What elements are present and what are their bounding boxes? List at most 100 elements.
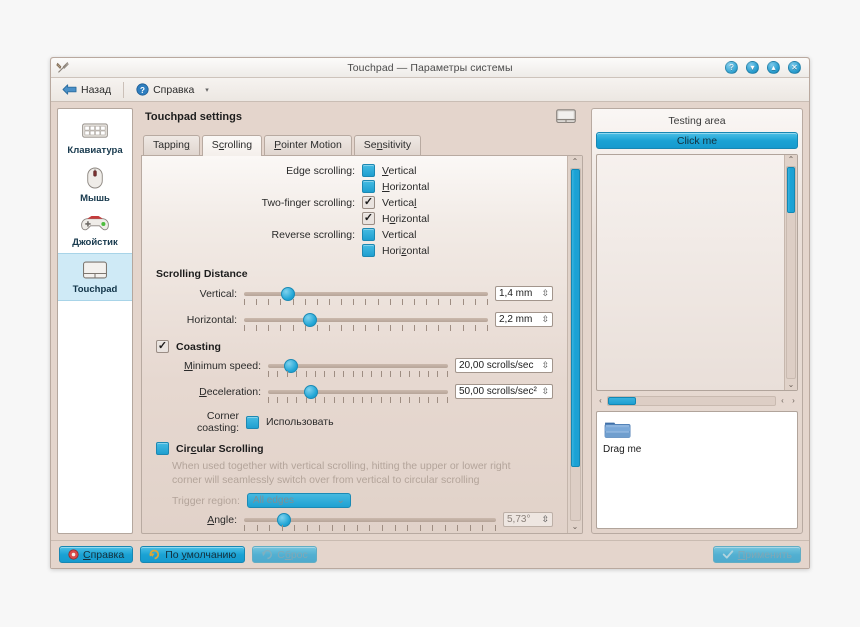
tab-sensitivity[interactable]: Sensitivity (353, 135, 422, 155)
main-header: Touchpad settings (141, 108, 583, 126)
sidebar-item-mouse-label: Мышь (80, 193, 110, 204)
deceleration-slider[interactable] (268, 384, 448, 404)
vertical-distance-spinbox[interactable]: 1,4 mm ⇳ (495, 286, 553, 301)
reset-button[interactable]: Сброс (252, 546, 317, 563)
trigger-region-select[interactable]: All edges ⌄ (246, 493, 351, 508)
slider-ticks (244, 299, 488, 306)
minimum-speed-slider[interactable] (268, 358, 448, 378)
two-finger-scrolling-vertical-checkbox[interactable] (362, 196, 375, 209)
back-button[interactable]: Назад (57, 82, 116, 97)
sidebar-item-touchpad-label: Touchpad (72, 284, 118, 295)
defaults-button[interactable]: По умолчанию (140, 546, 246, 563)
spinner-arrows-icon[interactable]: ⇳ (541, 361, 549, 370)
test-scroll-box[interactable]: ⌃ ⌄ (596, 154, 798, 391)
joystick-icon (80, 214, 110, 234)
test-vertical-scrollbar[interactable]: ⌃ ⌄ (784, 155, 797, 390)
horizontal-distance-spinbox[interactable]: 2,2 mm ⇳ (495, 312, 553, 327)
page-title: Touchpad settings (145, 111, 242, 123)
drag-drop-area[interactable]: Drag me (596, 411, 798, 529)
drag-me-item[interactable]: Drag me (603, 418, 661, 455)
help-button[interactable]: Справка (59, 546, 134, 563)
close-button[interactable]: ✕ (788, 61, 801, 74)
touchpad-icon (80, 259, 110, 281)
scroll-down-arrow-icon[interactable]: ⌄ (788, 380, 795, 390)
mouse-icon (85, 166, 105, 190)
scrollbar-track[interactable] (786, 166, 796, 379)
vertical-distance-slider[interactable] (244, 286, 488, 306)
sidebar-item-touchpad[interactable]: Touchpad (58, 253, 132, 301)
sidebar: Клавиатура Мышь Джойстик Touchpad (57, 108, 133, 534)
chevron-down-icon[interactable]: ⌄ (337, 495, 345, 506)
spinner-arrows-icon[interactable]: ⇳ (541, 315, 549, 324)
edge-scrolling-horizontal-label: Horizontal (382, 180, 430, 193)
spinner-arrows-icon[interactable]: ⇳ (541, 289, 549, 298)
hscrollbar-track[interactable] (607, 395, 776, 406)
reverse-scrolling-vertical-checkbox[interactable] (362, 228, 375, 241)
testing-area-panel: Testing area Click me ⌃ ⌄ ‹ ‹ › Drag me (591, 108, 803, 534)
sidebar-item-mouse[interactable]: Мышь (58, 161, 132, 209)
scroll-left-arrow-icon[interactable]: ‹ (596, 396, 605, 405)
corner-coasting-checkbox[interactable] (246, 415, 259, 429)
tab-bar: Tapping Scrolling Pointer Motion Sensiti… (141, 135, 583, 156)
hscrollbar-thumb[interactable] (608, 396, 637, 405)
apply-button[interactable]: Применить (712, 546, 801, 563)
tab-pointer-motion[interactable]: Pointer Motion (264, 135, 352, 155)
scrollbar-thumb[interactable] (570, 169, 580, 468)
circular-scrolling-checkbox[interactable] (156, 442, 169, 455)
tab-tapping[interactable]: Tapping (143, 135, 200, 155)
edge-scrolling-vertical-checkbox[interactable] (362, 164, 375, 177)
two-finger-scrolling-label: Two-finger scrolling: (261, 196, 355, 209)
scroll-right-arrow-icon[interactable]: › (789, 396, 798, 405)
scroll-up-arrow-icon[interactable]: ⌃ (572, 157, 579, 167)
scroll-down-arrow-icon[interactable]: ⌄ (572, 522, 579, 532)
vertical-distance-value: 1,4 mm (499, 288, 533, 299)
test-horizontal-scrollbar[interactable]: ‹ ‹ › (596, 394, 798, 407)
minimum-speed-row: Minimum speed: 20,00 scrolls/sec ⇳ (142, 358, 567, 378)
scrollbar-thumb[interactable] (787, 167, 795, 214)
edge-scrolling-horizontal-checkbox[interactable] (362, 180, 375, 193)
sidebar-item-joystick[interactable]: Джойстик (58, 209, 132, 253)
toolbar-overflow-chevron-down-icon[interactable]: ▾ (205, 86, 209, 94)
check-icon (722, 549, 734, 560)
sidebar-item-joystick-label: Джойстик (72, 237, 118, 248)
help-button-label: Справка (83, 548, 125, 561)
edge-scrolling-label: Edge scrolling: (286, 164, 355, 177)
minimum-speed-spinbox[interactable]: 20,00 scrolls/sec ⇳ (455, 358, 553, 373)
corner-coasting-row: Corner coasting: Использовать (164, 410, 567, 434)
angle-value: 5,73° (507, 514, 531, 525)
spinner-arrows-icon[interactable]: ⇳ (541, 515, 549, 524)
maximize-button[interactable]: ▴ (767, 61, 780, 74)
reverse-scrolling-horizontal-checkbox[interactable] (362, 244, 375, 257)
coasting-checkbox[interactable] (156, 340, 169, 353)
header-touchpad-icon (555, 108, 583, 126)
slider-ticks (244, 325, 488, 332)
horizontal-distance-slider[interactable] (244, 312, 488, 332)
defaults-button-label: По умолчанию (165, 548, 237, 561)
deceleration-spinbox[interactable]: 50,00 scrolls/sec² ⇳ (455, 384, 553, 399)
reset-button-label: Сброс (277, 548, 308, 561)
scrolling-panel-scrollbar[interactable]: ⌃ ⌄ (567, 156, 582, 533)
undo-icon (261, 549, 273, 560)
deceleration-row: Deceleration: 50,00 scrolls/sec² ⇳ (142, 384, 567, 404)
angle-spinbox[interactable]: 5,73° ⇳ (503, 512, 553, 527)
toolbar: Назад ? Справка ▾ (51, 78, 809, 102)
test-scroll-content (597, 155, 784, 390)
click-me-button[interactable]: Click me (596, 132, 798, 149)
sidebar-item-keyboard[interactable]: Клавиатура (58, 115, 132, 161)
testing-area-title: Testing area (668, 115, 726, 127)
help-window-button[interactable]: ? (725, 61, 738, 74)
scroll-up-arrow-icon[interactable]: ⌃ (788, 155, 795, 165)
reverse-scrolling-label: Reverse scrolling: (271, 228, 355, 241)
defaults-icon (149, 549, 161, 560)
sidebar-item-keyboard-label: Клавиатура (67, 145, 123, 156)
two-finger-scrolling-horizontal-checkbox[interactable] (362, 212, 375, 225)
scroll-left-arrow-icon-2[interactable]: ‹ (778, 396, 787, 405)
help-toolbar-button[interactable]: ? Справка (131, 82, 199, 97)
spinner-arrows-icon[interactable]: ⇳ (541, 387, 549, 396)
scrollbar-track[interactable] (569, 168, 581, 521)
slider-ticks (244, 525, 496, 532)
minimize-button[interactable]: ▾ (746, 61, 759, 74)
coasting-label: Coasting (176, 340, 221, 353)
angle-slider[interactable] (244, 512, 496, 532)
tab-scrolling[interactable]: Scrolling (201, 135, 263, 156)
